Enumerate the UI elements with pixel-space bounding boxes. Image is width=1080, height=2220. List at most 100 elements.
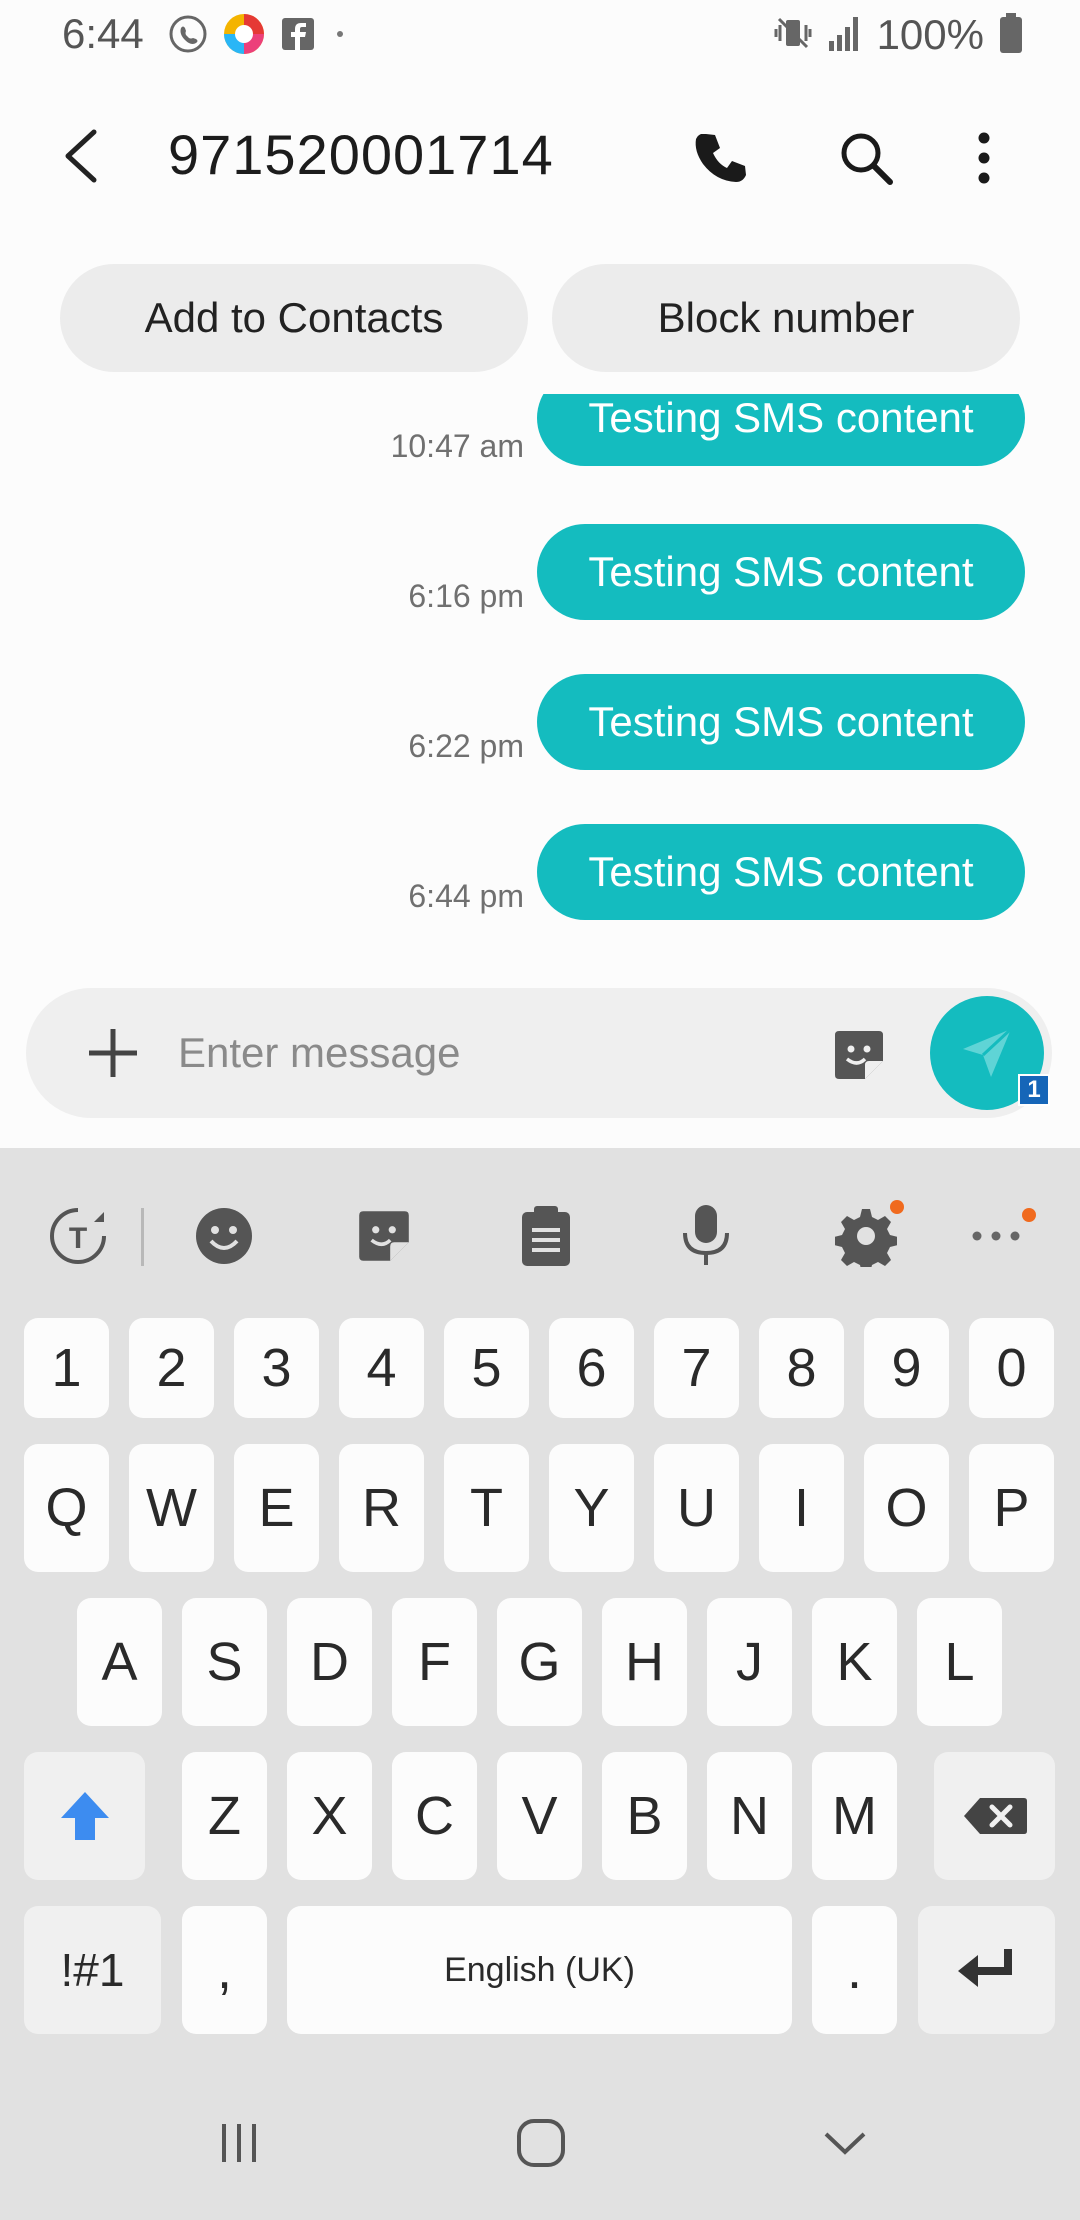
key-b[interactable]: B (602, 1752, 687, 1880)
key-2[interactable]: 2 (129, 1318, 214, 1418)
message-timestamp: 10:47 am (390, 428, 524, 464)
sticker-button[interactable] (824, 1020, 894, 1090)
translate-button[interactable]: T (42, 1200, 114, 1272)
keyboard: T 1 2 3 4 5 6 7 8 9 0 Q W E R T Y U I O … (0, 1148, 1080, 2068)
search-button[interactable] (824, 116, 908, 200)
block-number-button[interactable]: Block number (552, 264, 1020, 372)
backspace-key[interactable] (934, 1752, 1055, 1880)
key-v[interactable]: V (497, 1752, 582, 1880)
contact-number-title: 971520001714 (168, 123, 554, 186)
enter-icon (957, 1949, 1012, 1987)
system-status-icons: 100% (773, 10, 1024, 60)
more-vertical-icon (978, 132, 990, 184)
key-0[interactable]: 0 (969, 1318, 1054, 1418)
key-x[interactable]: X (287, 1752, 372, 1880)
comma-key[interactable]: , (182, 1906, 267, 2034)
key-s[interactable]: S (182, 1598, 267, 1726)
signal-icon (827, 13, 863, 58)
navigation-bar (0, 2068, 1080, 2220)
plus-icon (89, 1029, 137, 1077)
phone-icon (695, 134, 746, 182)
key-i[interactable]: I (759, 1444, 844, 1572)
key-o[interactable]: O (864, 1444, 949, 1572)
message-bubble[interactable]: Testing SMS content (537, 824, 1025, 920)
key-5[interactable]: 5 (444, 1318, 529, 1418)
key-h[interactable]: H (602, 1598, 687, 1726)
voice-input-button[interactable] (670, 1200, 742, 1272)
key-9[interactable]: 9 (864, 1318, 949, 1418)
message-bubble[interactable]: Testing SMS content (537, 674, 1025, 770)
key-l[interactable]: L (917, 1598, 1002, 1726)
sim-badge: 1 (1018, 1074, 1050, 1106)
key-8[interactable]: 8 (759, 1318, 844, 1418)
call-button[interactable] (680, 116, 764, 200)
emoji-button[interactable] (188, 1200, 260, 1272)
key-j[interactable]: J (707, 1598, 792, 1726)
shift-key[interactable] (24, 1752, 145, 1880)
key-m[interactable]: M (812, 1752, 897, 1880)
shift-icon (60, 1792, 109, 1840)
status-bar: 6:44 100% (0, 0, 1080, 72)
message-list[interactable]: Testing SMS content 10:47 am Testing SMS… (0, 394, 1080, 964)
key-z[interactable]: Z (182, 1752, 267, 1880)
key-3[interactable]: 3 (234, 1318, 319, 1418)
keyboard-settings-button[interactable] (830, 1200, 904, 1272)
message-timestamp: 6:22 pm (408, 728, 524, 764)
key-7[interactable]: 7 (654, 1318, 739, 1418)
period-key[interactable]: . (812, 1906, 897, 2034)
message-bubble[interactable]: Testing SMS content (537, 524, 1025, 620)
send-button[interactable]: 1 (930, 996, 1050, 1110)
key-r[interactable]: R (339, 1444, 424, 1572)
translate-icon: T (50, 1208, 106, 1264)
sticker-icon (835, 1031, 883, 1079)
add-to-contacts-button[interactable]: Add to Contacts (60, 264, 528, 372)
call-forward-icon (168, 14, 208, 59)
enter-key[interactable] (918, 1906, 1055, 2034)
message-input[interactable] (178, 1014, 798, 1092)
home-button[interactable] (496, 2098, 586, 2188)
symbols-key[interactable]: !#1 (24, 1906, 161, 2034)
recent-apps-button[interactable] (194, 2098, 284, 2188)
key-q[interactable]: Q (24, 1444, 109, 1572)
vibrate-icon (773, 13, 813, 58)
search-icon (841, 133, 893, 185)
key-6[interactable]: 6 (549, 1318, 634, 1418)
key-4[interactable]: 4 (339, 1318, 424, 1418)
back-arrow-icon (65, 129, 97, 183)
key-w[interactable]: W (129, 1444, 214, 1572)
battery-icon (998, 12, 1024, 59)
key-p[interactable]: P (969, 1444, 1054, 1572)
key-y[interactable]: Y (549, 1444, 634, 1572)
battery-percentage: 100% (876, 11, 984, 58)
browser-app-icon (222, 12, 266, 61)
keyboard-toolbar: T (0, 1148, 1080, 1318)
key-k[interactable]: K (812, 1598, 897, 1726)
key-n[interactable]: N (707, 1752, 792, 1880)
attach-button[interactable] (76, 1016, 150, 1090)
keyboard-more-button[interactable] (960, 1200, 1036, 1272)
key-c[interactable]: C (392, 1752, 477, 1880)
message-timestamp: 6:44 pm (408, 878, 524, 914)
mic-icon (683, 1205, 729, 1265)
key-d[interactable]: D (287, 1598, 372, 1726)
key-u[interactable]: U (654, 1444, 739, 1572)
notification-icons (168, 12, 350, 61)
clipboard-button[interactable] (510, 1200, 582, 1272)
key-t[interactable]: T (444, 1444, 529, 1572)
sticker-icon (359, 1211, 409, 1261)
key-g[interactable]: G (497, 1598, 582, 1726)
space-bar[interactable]: English (UK) (287, 1906, 792, 2034)
sticker-keyboard-button[interactable] (348, 1200, 420, 1272)
conversation-header: 971520001714 (0, 90, 1080, 220)
key-e[interactable]: E (234, 1444, 319, 1572)
message-bubble[interactable]: Testing SMS content (537, 394, 1025, 466)
more-options-button[interactable] (942, 116, 1026, 200)
back-button[interactable] (44, 120, 116, 192)
key-a[interactable]: A (77, 1598, 162, 1726)
key-1[interactable]: 1 (24, 1318, 109, 1418)
notification-dot (890, 1200, 904, 1214)
facebook-icon (280, 16, 316, 57)
settings-icon (835, 1209, 897, 1267)
hide-keyboard-button[interactable] (800, 2098, 890, 2188)
key-f[interactable]: F (392, 1598, 477, 1726)
